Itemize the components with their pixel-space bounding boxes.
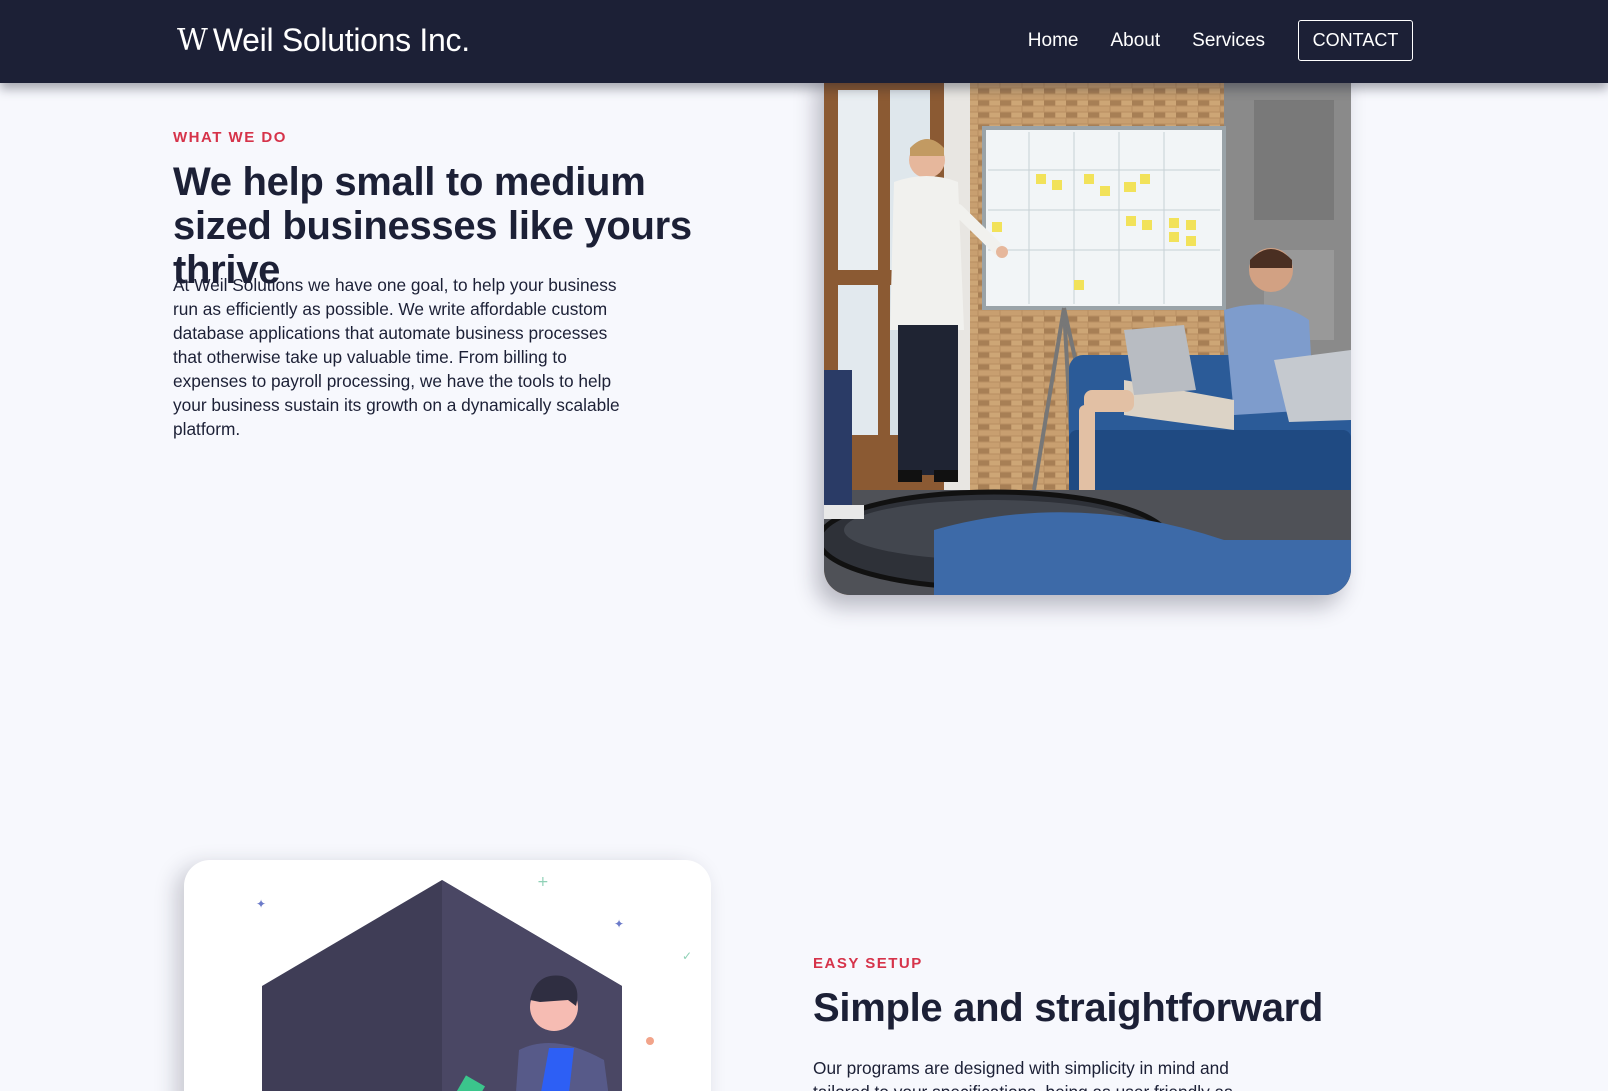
contact-button[interactable]: CONTACT [1298, 20, 1413, 61]
logo-mark-icon: W [177, 22, 208, 58]
section-eyebrow: EASY SETUP [813, 955, 923, 972]
section-heading: Simple and straightforward [813, 986, 1324, 1030]
team-meeting-photo [824, 70, 1351, 595]
shield-person-illustration: ✦ ✦ + ✓ [256, 874, 692, 1091]
security-illustration-card: ✦ ✦ + ✓ [184, 860, 711, 1091]
nav-link-about[interactable]: About [1110, 30, 1160, 52]
section-body: Our programs are designed with simplicit… [813, 1058, 1233, 1091]
site-header: W Weil Solutions Inc. Home About Service… [0, 0, 1608, 83]
section-eyebrow: WHAT WE DO [173, 129, 287, 146]
brand-name: Weil Solutions Inc. [212, 21, 470, 58]
nav-link-services[interactable]: Services [1192, 30, 1265, 52]
main-nav: Home About Services CONTACT [1028, 20, 1413, 61]
section-body: At Weil Solutions we have one goal, to h… [173, 275, 620, 439]
brand-logo[interactable]: W Weil Solutions Inc. [177, 20, 470, 60]
team-meeting-illustration [824, 70, 1351, 595]
svg-text:✓: ✓ [682, 949, 692, 963]
svg-text:✦: ✦ [614, 917, 624, 931]
nav-link-home[interactable]: Home [1028, 30, 1079, 52]
svg-text:+: + [537, 874, 549, 890]
svg-text:✦: ✦ [256, 897, 266, 911]
